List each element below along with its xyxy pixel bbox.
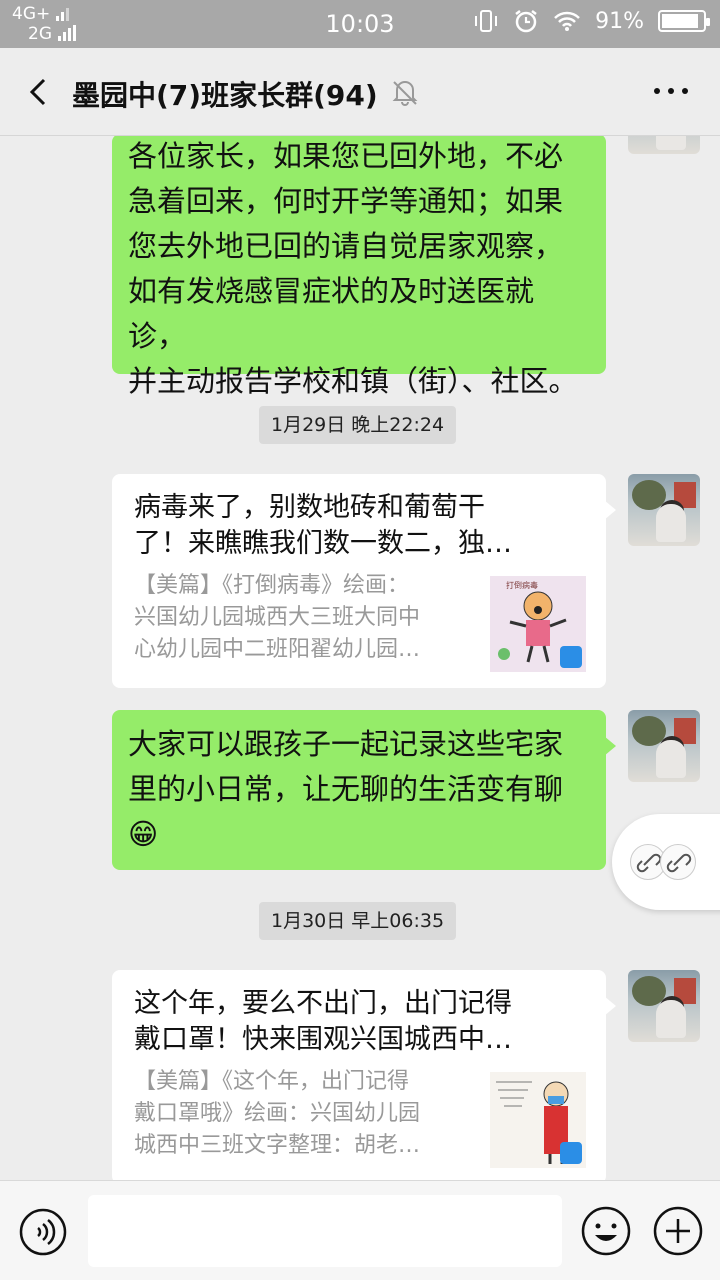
input-toolbar [0,1180,720,1280]
chat-header: 墨园中(7)班家长群(94) [0,48,720,136]
battery-percent: 91% [595,8,644,34]
status-bar: 4G+ 2G 10:03 91% [0,0,720,48]
meipian-badge-icon [560,646,582,668]
card-thumbnail [490,1072,586,1168]
vibrate-icon [475,10,498,32]
meipian-badge-icon [560,1142,582,1164]
add-attachment-icon[interactable] [652,1205,704,1257]
link-card[interactable]: 这个年，要么不出门，出门记得 戴口罩！快来围观兴国城西中… 【美篇】《这个年，出… [112,970,616,1180]
alarm-icon [515,10,537,33]
mute-bell-icon [392,81,418,106]
floating-link-widget[interactable] [612,814,720,910]
message-text: 大家可以跟孩子一起记录这些宅家 里的小日常，让无聊的生活变有聊 😁 [128,727,564,851]
timestamp: 1月29日 晚上22:24 [259,406,457,444]
timestamp: 1月30日 早上06:35 [259,902,457,940]
card-title: 这个年，要么不出门，出门记得 戴口罩！快来围观兴国城西中… [134,988,512,1055]
avatar[interactable] [628,710,700,782]
back-arrow-icon[interactable] [22,74,58,110]
card-description: 【美篇】《打倒病毒》绘画： 兴国幼儿园城西大三班大同中 心幼儿园中二班阳翟幼儿园… [134,573,421,662]
avatar[interactable] [628,970,700,1042]
battery-icon [658,10,710,32]
message-list[interactable]: 各位家长，如果您已回外地，不必 急着回来，何时开学等通知；如果 您去外地已回的请… [0,136,720,1180]
card-description: 【美篇】《这个年，出门记得 戴口罩哦》绘画：兴国幼儿园 城西中三班文字整理：胡老… [134,1069,421,1158]
card-thumbnail: 打倒病毒 [490,576,586,672]
emoji-icon[interactable] [580,1205,632,1257]
message-text: 各位家长，如果您已回外地，不必 急着回来，何时开学等通知；如果 您去外地已回的请… [128,139,578,398]
svg-text:打倒病毒: 打倒病毒 [506,580,538,590]
wifi-icon [554,11,580,31]
link-card[interactable]: 病毒来了，别数地砖和葡萄干 了！来瞧瞧我们数一数二，独… 【美篇】《打倒病毒》绘… [112,474,616,688]
message-bubble[interactable]: 各位家长，如果您已回外地，不必 急着回来，何时开学等通知；如果 您去外地已回的请… [112,136,606,398]
voice-input-icon[interactable] [18,1207,68,1257]
card-title: 病毒来了，别数地砖和葡萄干 了！来瞧瞧我们数一数二，独… [134,492,512,559]
message-bubble[interactable]: 大家可以跟孩子一起记录这些宅家 里的小日常，让无聊的生活变有聊 😁 [112,710,616,870]
more-options-icon[interactable] [654,88,688,94]
status-icons: 91% [473,8,710,34]
message-input[interactable] [88,1195,562,1267]
avatar[interactable] [628,474,700,546]
avatar[interactable] [628,136,700,154]
chat-title: 墨园中(7)班家长群(94) [72,79,378,112]
link-icon[interactable] [660,844,696,880]
